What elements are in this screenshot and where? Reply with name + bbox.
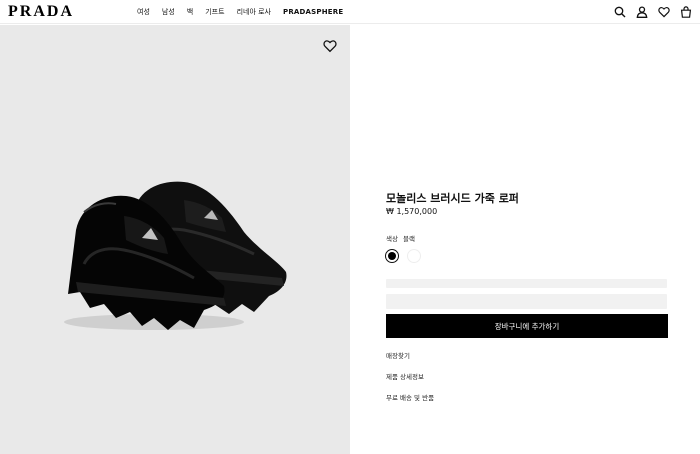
size-selector-placeholder[interactable] xyxy=(386,294,667,309)
nav-item-women[interactable]: 여성 xyxy=(137,7,150,17)
brand-logo[interactable]: PRADA xyxy=(8,3,74,21)
heart-icon[interactable] xyxy=(323,38,337,53)
wishlist-icon[interactable] xyxy=(657,5,670,18)
product-photo-loafers[interactable] xyxy=(54,172,294,342)
site-header: PRADA 여성 남성 백 기프트 리네아 로사 PRADASPHERE xyxy=(0,0,700,24)
account-icon[interactable] xyxy=(635,5,648,18)
shipping-returns-link[interactable]: 무료 배송 및 반품 xyxy=(386,392,434,402)
color-value: 블랙 xyxy=(402,235,415,243)
add-to-cart-button[interactable]: 장바구니에 추가하기 xyxy=(386,314,668,338)
swatch-white[interactable] xyxy=(407,249,421,263)
product-title: 모놀리스 브러시드 가죽 로퍼 xyxy=(386,192,519,205)
color-selector-label: 색상 블랙 xyxy=(386,233,420,243)
header-actions xyxy=(604,5,692,18)
store-locator-link[interactable]: 매장찾기 xyxy=(386,350,410,360)
color-label: 색상 xyxy=(386,235,398,243)
nav-item-pradasphere[interactable]: PRADASPHERE xyxy=(283,8,343,16)
nav-item-linea-rossa[interactable]: 리네아 로사 xyxy=(237,7,271,17)
nav-item-gifts[interactable]: 기프트 xyxy=(205,7,224,17)
bag-icon[interactable] xyxy=(679,5,692,18)
nav-item-bags[interactable]: 백 xyxy=(187,7,193,17)
nav-item-men[interactable]: 남성 xyxy=(162,7,175,17)
loading-placeholder xyxy=(386,279,667,288)
main-nav: 여성 남성 백 기프트 리네아 로사 PRADASPHERE xyxy=(137,0,355,24)
product-price: ₩ 1,570,000 xyxy=(386,207,438,216)
product-details-link[interactable]: 제품 상세정보 xyxy=(386,371,424,381)
search-icon[interactable] xyxy=(613,5,626,18)
swatch-black[interactable] xyxy=(385,249,399,263)
